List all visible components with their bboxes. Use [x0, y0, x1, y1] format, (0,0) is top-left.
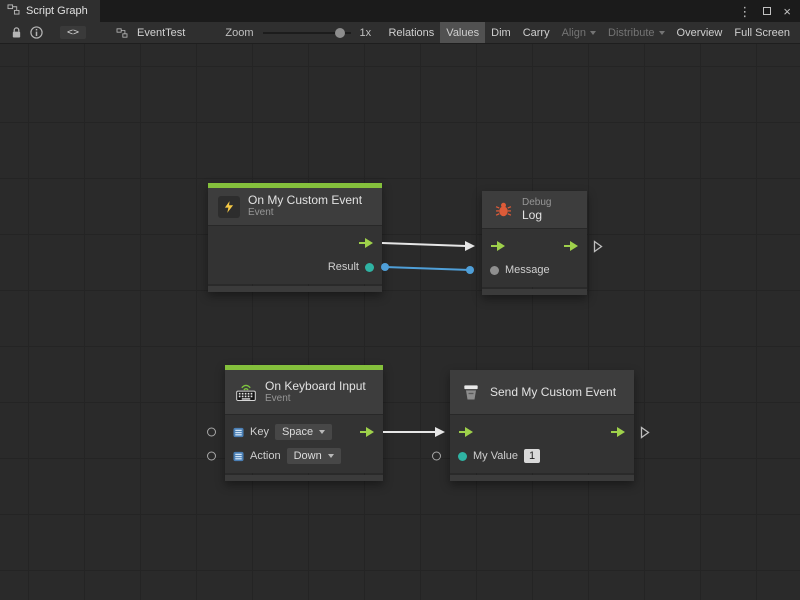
graph-name: EventTest: [137, 27, 185, 39]
info-icon[interactable]: [26, 24, 46, 42]
action-input-port[interactable]: [207, 452, 216, 461]
titlebar: Script Graph ⋮ ×: [0, 0, 800, 22]
graph-toolbar: <> EventTest Zoom 1x Relations Values Di…: [0, 22, 800, 44]
menu-icon[interactable]: ⋮: [738, 5, 751, 18]
dropdown-caret-icon: [590, 31, 596, 35]
align-button[interactable]: Align: [556, 22, 602, 43]
carry-button[interactable]: Carry: [517, 22, 556, 43]
result-port-label: Result: [328, 261, 359, 273]
values-button[interactable]: Values: [440, 22, 485, 43]
wire-flow-keyboard-to-send[interactable]: [383, 427, 445, 437]
flow-output-port[interactable]: [358, 237, 374, 249]
node-footer: [225, 475, 383, 481]
key-dropdown[interactable]: Space: [275, 424, 332, 440]
node-debug-log[interactable]: Debug Log Message: [482, 191, 587, 295]
maximize-icon[interactable]: [763, 7, 771, 15]
toolbar-buttons: Relations Values Dim Carry Align Distrib…: [382, 22, 796, 43]
send-event-icon: [460, 381, 482, 403]
message-value-port[interactable]: [490, 266, 499, 275]
node-subtitle: Event: [248, 207, 362, 219]
wires-layer: [0, 44, 800, 600]
my-value-input[interactable]: 1: [524, 449, 540, 463]
distribute-button[interactable]: Distribute: [602, 22, 670, 43]
bug-icon: [492, 199, 514, 221]
flow-output-port[interactable]: [610, 426, 626, 438]
lightning-icon: [218, 196, 240, 218]
node-header[interactable]: Send My Custom Event: [450, 370, 634, 414]
node-header[interactable]: Debug Log: [482, 191, 587, 228]
overview-button[interactable]: Overview: [671, 22, 729, 43]
dropdown-caret-icon: [319, 430, 325, 434]
zoom-slider-knob[interactable]: [335, 28, 345, 38]
key-input-port[interactable]: [207, 428, 216, 437]
flow-input-port[interactable]: [490, 240, 506, 252]
flow-input-port[interactable]: [458, 426, 474, 438]
action-port-label: Action: [250, 450, 281, 462]
tab-script-graph[interactable]: Script Graph: [0, 0, 100, 22]
key-port-label: Key: [250, 426, 269, 438]
graph-reference[interactable]: EventTest: [112, 24, 185, 42]
my-value-input-port[interactable]: [432, 452, 441, 461]
graph-icon: [112, 24, 132, 42]
zoom-label: Zoom: [225, 27, 253, 39]
keycode-type-icon: [233, 427, 244, 438]
zoom-value: 1x: [359, 27, 371, 39]
dim-button[interactable]: Dim: [485, 22, 517, 43]
node-header[interactable]: On Keyboard Input Event: [225, 370, 383, 414]
node-body: My Value 1: [450, 414, 634, 473]
action-dropdown-value: Down: [294, 450, 322, 462]
relations-button[interactable]: Relations: [382, 22, 440, 43]
node-footer: [450, 475, 634, 481]
node-title: On Keyboard Input: [265, 380, 366, 393]
maximize-square: [763, 7, 771, 15]
lock-icon[interactable]: [6, 24, 26, 42]
script-graph-window: Script Graph ⋮ × <> EventTest Zoom 1x: [0, 0, 800, 600]
distribute-label: Distribute: [608, 27, 654, 39]
node-footer: [482, 289, 587, 295]
action-dropdown[interactable]: Down: [287, 448, 341, 464]
close-icon[interactable]: ×: [783, 5, 791, 18]
graph-canvas[interactable]: On My Custom Event Event Result: [0, 44, 800, 600]
flow-output-port[interactable]: [359, 426, 375, 438]
continuation-triangle-icon: [640, 426, 650, 444]
result-value-port[interactable]: [365, 263, 374, 272]
flow-output-port[interactable]: [563, 240, 579, 252]
node-title: On My Custom Event: [248, 194, 362, 207]
fullscreen-button[interactable]: Full Screen: [728, 22, 796, 43]
node-title: Log: [522, 209, 551, 222]
node-subtitle: Event: [265, 393, 366, 405]
align-label: Align: [562, 27, 586, 39]
node-footer: [208, 286, 382, 292]
wire-flow-event-to-log[interactable]: [382, 241, 475, 251]
keyboard-icon: [235, 381, 257, 403]
node-body: Key Space Action Down: [225, 414, 383, 473]
my-value-port[interactable]: [458, 452, 467, 461]
message-port-label: Message: [505, 264, 550, 276]
my-value-label: My Value: [473, 450, 518, 462]
continuation-triangle-icon: [593, 240, 603, 258]
code-icon[interactable]: <>: [60, 26, 86, 39]
wire-result-to-message[interactable]: [381, 263, 474, 274]
window-controls: ⋮ ×: [738, 0, 800, 22]
dropdown-caret-icon: [659, 31, 665, 35]
tab-title: Script Graph: [26, 5, 88, 17]
key-dropdown-value: Space: [282, 426, 313, 438]
node-body: Result: [208, 225, 382, 284]
node-on-my-custom-event[interactable]: On My Custom Event Event Result: [208, 183, 382, 292]
node-on-keyboard-input[interactable]: On Keyboard Input Event Key Space: [225, 365, 383, 481]
graph-tab-icon: [7, 2, 20, 20]
dropdown-caret-icon: [328, 454, 334, 458]
node-send-my-custom-event[interactable]: Send My Custom Event My Value 1: [450, 370, 634, 481]
action-type-icon: [233, 451, 244, 462]
node-body: Message: [482, 228, 587, 287]
zoom-slider[interactable]: [263, 26, 351, 40]
node-header[interactable]: On My Custom Event Event: [208, 188, 382, 225]
node-title: Send My Custom Event: [490, 386, 616, 399]
